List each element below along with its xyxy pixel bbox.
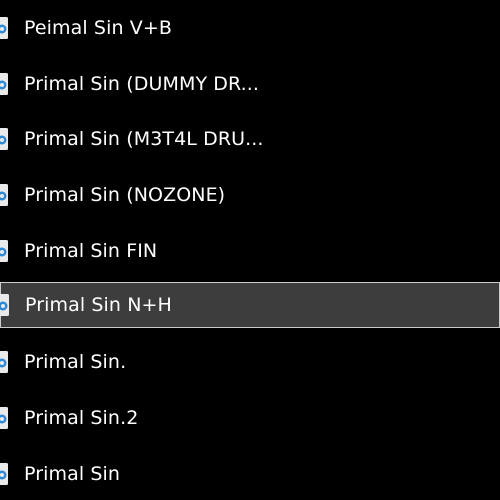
file-item[interactable]: Peimal Sin V+B — [0, 3, 500, 53]
file-name: Primal Sin N+H — [25, 294, 172, 316]
file-item[interactable]: Primal Sin FIN — [0, 226, 500, 276]
audio-file-icon — [0, 73, 8, 95]
file-name: Primal Sin — [24, 463, 121, 485]
audio-file-icon — [0, 407, 8, 429]
file-item[interactable]: Primal Sin (NOZONE) — [0, 170, 500, 220]
audio-file-icon — [0, 463, 8, 485]
audio-file-icon — [0, 17, 8, 39]
file-item[interactable]: Primal Sin.2 — [0, 393, 500, 443]
file-name: Primal Sin (NOZONE) — [24, 184, 226, 206]
file-item-selected[interactable]: Primal Sin N+H — [0, 282, 500, 328]
file-name: Primal Sin.2 — [24, 407, 139, 429]
file-name: Primal Sin. — [24, 351, 127, 373]
file-item[interactable]: Primal Sin (M3T4L DRU... — [0, 114, 500, 164]
audio-file-icon — [0, 351, 8, 373]
file-name: Primal Sin (M3T4L DRU... — [24, 128, 264, 150]
file-name: Peimal Sin V+B — [24, 17, 172, 39]
audio-file-icon — [0, 240, 8, 262]
audio-file-icon — [0, 294, 9, 316]
file-name: Primal Sin FIN — [24, 240, 158, 262]
audio-file-icon — [0, 184, 8, 206]
file-item[interactable]: Primal Sin — [0, 449, 500, 499]
audio-file-icon — [0, 128, 8, 150]
file-item[interactable]: Primal Sin (DUMMY DR... — [0, 59, 500, 109]
file-name: Primal Sin (DUMMY DR... — [24, 73, 260, 95]
file-list: Peimal Sin V+B Primal Sin (DUMMY DR... P… — [0, 0, 500, 500]
file-item[interactable]: Primal Sin. — [0, 337, 500, 387]
